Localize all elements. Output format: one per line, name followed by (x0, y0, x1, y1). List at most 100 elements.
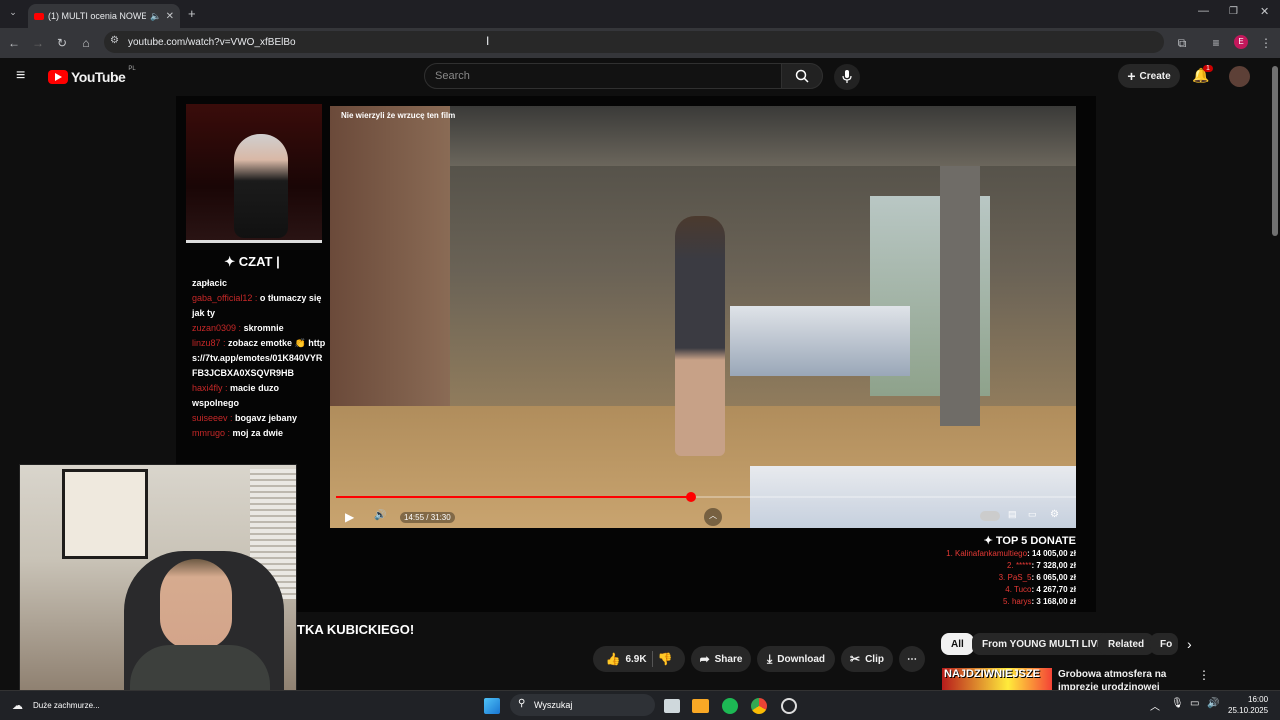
chat-line: zuzan0309 : skromnie (192, 323, 284, 333)
person-head (160, 559, 232, 649)
account-avatar[interactable] (1229, 66, 1250, 87)
media-control-icon[interactable]: ≡ (1208, 36, 1224, 50)
progress-bar[interactable] (336, 492, 1076, 502)
settings-gear-icon[interactable]: ⚙ (1050, 509, 1059, 520)
dislike-button[interactable]: 👎 (658, 652, 673, 666)
chat-username: zuzan0309 : (192, 323, 242, 333)
text-cursor-icon: I (486, 34, 490, 48)
chip-partial[interactable]: Fo (1150, 633, 1178, 655)
player-controls: ▶ 🔊 14:55 / 31:30 ︿ ▤ ▭ ⚙ (330, 504, 1076, 528)
thumbs-up-icon: 👍 (605, 652, 621, 666)
back-icon[interactable]: ← (6, 36, 22, 50)
menu-icon[interactable]: ≡ (16, 68, 25, 84)
audio-icon[interactable]: 🔈 (150, 11, 161, 22)
chrome-icon[interactable] (751, 698, 767, 714)
task-view-icon[interactable] (664, 699, 680, 713)
download-button[interactable]: ⤓ Download (757, 646, 835, 672)
tab-close-icon[interactable]: ✕ (166, 11, 174, 22)
chat-line: suiseeev : bogavz jebany (192, 413, 298, 423)
chat-line: haxi4fly : macie duzo wspolnego (192, 383, 280, 408)
chat-line: gaba_official12 : o tłumaczy się jak ty (192, 293, 322, 318)
plus-icon: + (1127, 68, 1136, 84)
more-actions-button[interactable]: ⋯ (899, 646, 925, 672)
windows-start-icon[interactable] (484, 698, 500, 714)
tray-chevron-icon[interactable]: ︿ (1150, 698, 1160, 713)
browser-tab[interactable]: (1) MULTI ocenia NOWE M 🔈 ✕ (28, 4, 180, 28)
play-icon[interactable]: ▶ (345, 510, 354, 524)
speaker-icon[interactable]: 🔊 (1207, 698, 1219, 709)
clip-button[interactable]: ✂ Clip (841, 646, 893, 672)
search-placeholder: Search (435, 70, 470, 82)
windows-search-icon: ⚲ (518, 698, 526, 709)
browser-menu-icon[interactable]: ⋮ (1258, 36, 1274, 50)
share-button[interactable]: ➦ Share (691, 646, 751, 672)
notifications-button[interactable]: 🔔 1 (1192, 65, 1213, 87)
top-donate-panel: ✦ TOP 5 DONATE 1. Kalinafankamultiego: 1… (900, 534, 1076, 610)
create-label: Create (1139, 70, 1171, 82)
clock-time[interactable]: 16:00 (1248, 695, 1268, 704)
recommendation-more-icon[interactable]: ⋮ (1198, 668, 1210, 682)
video-frame[interactable] (330, 106, 1076, 528)
search-icon (795, 69, 809, 83)
voice-search-button[interactable] (834, 64, 860, 90)
video-title: TKA KUBICKIEGO! (297, 622, 415, 637)
volume-icon[interactable]: 🔊 (374, 510, 386, 521)
windows-search-label: Wyszukaj (534, 700, 573, 710)
recommendation-thumbnail[interactable]: NAJDZIWNIEJSZE (942, 668, 1052, 690)
scissors-icon: ✂ (850, 652, 861, 666)
like-dislike-group: 👍 6.9K 👎 (593, 646, 685, 672)
reload-icon[interactable]: ↻ (54, 36, 70, 50)
donate-row: 5. harys: 3 168,00 zł (1003, 597, 1076, 606)
chat-overlay: ✦ CZAT | zapłacic gaba_official12 : o tł… (176, 250, 326, 465)
restore-icon[interactable]: ❐ (1229, 6, 1238, 17)
browser-tab-strip: ⌄ (1) MULTI ocenia NOWE M 🔈 ✕ + — ❐ ✕ (0, 0, 1280, 28)
chip-all[interactable]: All (941, 633, 974, 655)
scrollbar-thumb[interactable] (1272, 66, 1278, 236)
clock-date[interactable]: 25.10.2025 (1228, 706, 1268, 715)
search-input[interactable]: Search (424, 63, 782, 89)
weather-text[interactable]: Duże zachmurze... (33, 701, 100, 710)
like-count: 6.9K (625, 653, 647, 665)
file-explorer-icon[interactable] (692, 699, 709, 713)
minimize-icon[interactable]: — (1198, 5, 1209, 17)
new-tab-icon[interactable]: + (188, 6, 196, 21)
profile-avatar[interactable]: E (1234, 35, 1248, 49)
video-overlay-title: Nie wierzyli że wrzucę ten film (341, 111, 456, 120)
create-button[interactable]: + Create (1118, 64, 1180, 88)
subtitles-icon[interactable]: ▤ (1008, 509, 1017, 520)
donate-row: 2. *****: 7 328,00 zł (1007, 561, 1076, 570)
autoplay-toggle-icon[interactable] (980, 511, 1000, 521)
chat-username: gaba_official12 : (192, 293, 258, 303)
chapter-chevron-icon[interactable]: ︿ (704, 508, 722, 526)
address-bar[interactable]: ⚙ youtube.com/watch?v=VWO_xfBElBo I (104, 31, 1164, 53)
progress-played (336, 496, 692, 498)
like-button[interactable]: 👍 6.9K (605, 652, 646, 666)
overlay-divider (186, 240, 322, 243)
thumbnail-text: NAJDZIWNIEJSZE (944, 668, 1040, 680)
microphone-tray-icon[interactable]: 🎙 (1171, 698, 1184, 709)
weather-icon[interactable]: ☁ (12, 699, 23, 712)
network-icon[interactable]: ▭ (1190, 698, 1199, 709)
recommendation-title[interactable]: Grobowa atmosfera na imprezie urodzinowe… (1058, 668, 1188, 690)
scene-bed (730, 306, 910, 376)
app-icon[interactable] (781, 698, 797, 714)
search-button[interactable] (781, 63, 823, 89)
chip-related[interactable]: Related (1098, 633, 1155, 655)
home-icon[interactable]: ⌂ (78, 36, 94, 50)
donate-row: 3. PaS_5: 6 065,00 zł (998, 573, 1076, 582)
chips-next-chevron-icon[interactable]: › (1187, 636, 1192, 652)
site-info-icon[interactable]: ⚙ (110, 35, 119, 46)
chip-from-channel[interactable]: From YOUNG MULTI LIVE (972, 633, 1114, 655)
scene-curtain (940, 166, 980, 426)
more-icon: ⋯ (907, 653, 917, 665)
extensions-icon[interactable]: ⧉ (1174, 36, 1190, 50)
youtube-logo[interactable]: YouTube PL (48, 66, 136, 85)
donate-row: 1. Kalinafankamultiego: 14 005,00 zł (946, 549, 1076, 558)
spotify-icon[interactable] (722, 698, 738, 714)
miniplayer-icon[interactable]: ▭ (1028, 509, 1037, 520)
forward-icon[interactable]: → (30, 36, 46, 50)
chat-username: linzu87 : (192, 338, 226, 348)
windows-search-box[interactable]: ⚲ Wyszukaj (510, 694, 655, 716)
close-window-icon[interactable]: ✕ (1260, 5, 1269, 18)
tab-search-icon[interactable]: ⌄ (6, 7, 20, 21)
